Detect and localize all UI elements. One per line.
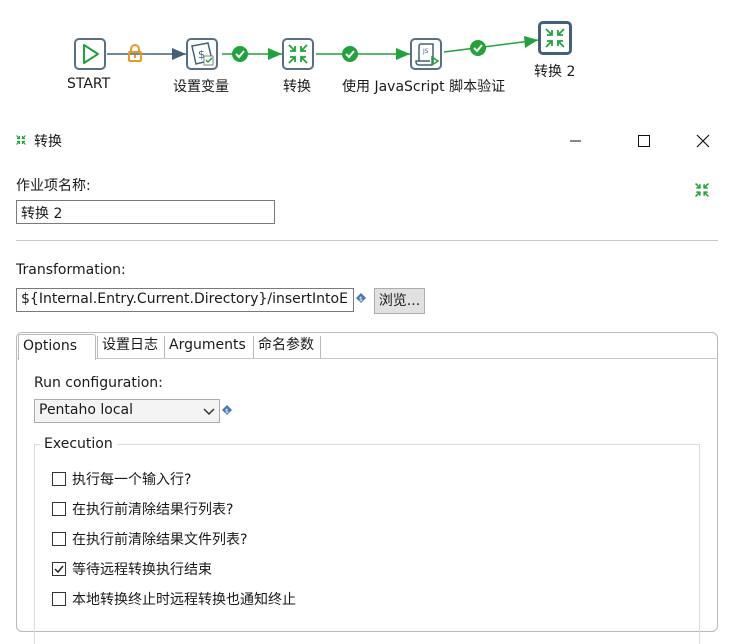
minimize-icon [570, 140, 581, 142]
transformation-icon [288, 44, 308, 64]
checkbox-label: 在执行前清除结果文件列表? [72, 532, 248, 548]
hop-success-icon [232, 46, 248, 62]
run-configuration-value: Pentaho local [39, 402, 134, 418]
minimize-button[interactable] [552, 126, 598, 156]
maximize-icon [638, 135, 650, 147]
dialog-titlebar[interactable]: 转换 [0, 120, 730, 162]
run-configuration-select[interactable]: Pentaho local [34, 399, 220, 423]
maximize-button[interactable] [621, 126, 667, 156]
job-entry-name-label: 作业项名称: [16, 178, 91, 194]
execution-group-title: Execution [40, 436, 117, 452]
close-icon [696, 134, 710, 148]
checkbox-label: 在执行前清除结果行列表? [72, 502, 234, 518]
svg-text:JS: JS [422, 48, 429, 55]
javascript-node-label: 使用 JavaScript 脚本验证 [342, 79, 506, 95]
transformation-icon [16, 135, 26, 145]
tab-options[interactable]: Options [18, 334, 97, 360]
run-configuration-label: Run configuration: [34, 375, 163, 391]
lock-icon [128, 44, 142, 62]
start-node[interactable] [74, 38, 106, 70]
transformation-node-label: 转换 [283, 79, 311, 95]
workflow-canvas: START $ 设置变量 转换 JS 使用 JavaScript 脚本验证 转换… [0, 0, 730, 120]
hop-success-icon [342, 46, 358, 62]
close-button[interactable] [680, 126, 726, 156]
svg-text:$: $ [359, 296, 363, 303]
set-variables-node-label: 设置变量 [173, 79, 229, 95]
checkmark-icon [54, 565, 64, 574]
checkbox-checked[interactable] [52, 562, 66, 576]
transformation-node[interactable] [282, 38, 314, 70]
checkbox-label: 执行每一个输入行? [72, 472, 192, 488]
start-node-label: START [67, 76, 111, 92]
transformation-path-field[interactable]: ${Internal.Entry.Current.Directory}/inse… [16, 288, 354, 312]
javascript-node[interactable]: JS [410, 38, 442, 70]
dialog-title: 转换 [34, 134, 62, 150]
transformation-2-node-label: 转换 2 [534, 64, 576, 80]
variable-icon: $ [356, 293, 366, 303]
transformation-icon [545, 28, 565, 48]
checkbox-label: 等待远程转换执行结束 [72, 562, 212, 578]
tab-named-parameters[interactable]: 命名参数 [254, 334, 318, 358]
checkbox[interactable] [52, 532, 66, 546]
javascript-icon: JS [415, 43, 440, 67]
tab-logging[interactable]: 设置日志 [98, 334, 162, 358]
variable-icon: $ [222, 405, 232, 415]
hop-lines [107, 36, 539, 60]
separator [16, 240, 718, 241]
transformation-icon [695, 183, 709, 197]
set-variables-icon: $ [191, 42, 214, 66]
chevron-down-icon [203, 408, 215, 416]
tab-strip-line [16, 358, 718, 359]
set-variables-node[interactable]: $ [186, 38, 218, 70]
hop-success-icon [470, 40, 486, 56]
play-icon [83, 44, 99, 64]
browse-button[interactable]: 浏览... [374, 288, 425, 314]
checkbox[interactable] [52, 592, 66, 606]
checkbox[interactable] [52, 472, 66, 486]
checkbox-label: 本地转换终止时远程转换也通知终止 [72, 592, 296, 608]
svg-text:$: $ [225, 408, 229, 415]
transformation-2-node[interactable] [538, 21, 572, 55]
tab-arguments[interactable]: Arguments [165, 334, 250, 358]
job-entry-name-field[interactable]: 转换 2 [16, 200, 275, 224]
checkbox[interactable] [52, 502, 66, 516]
transformation-label: Transformation: [16, 262, 126, 278]
tab-separator [320, 336, 321, 358]
